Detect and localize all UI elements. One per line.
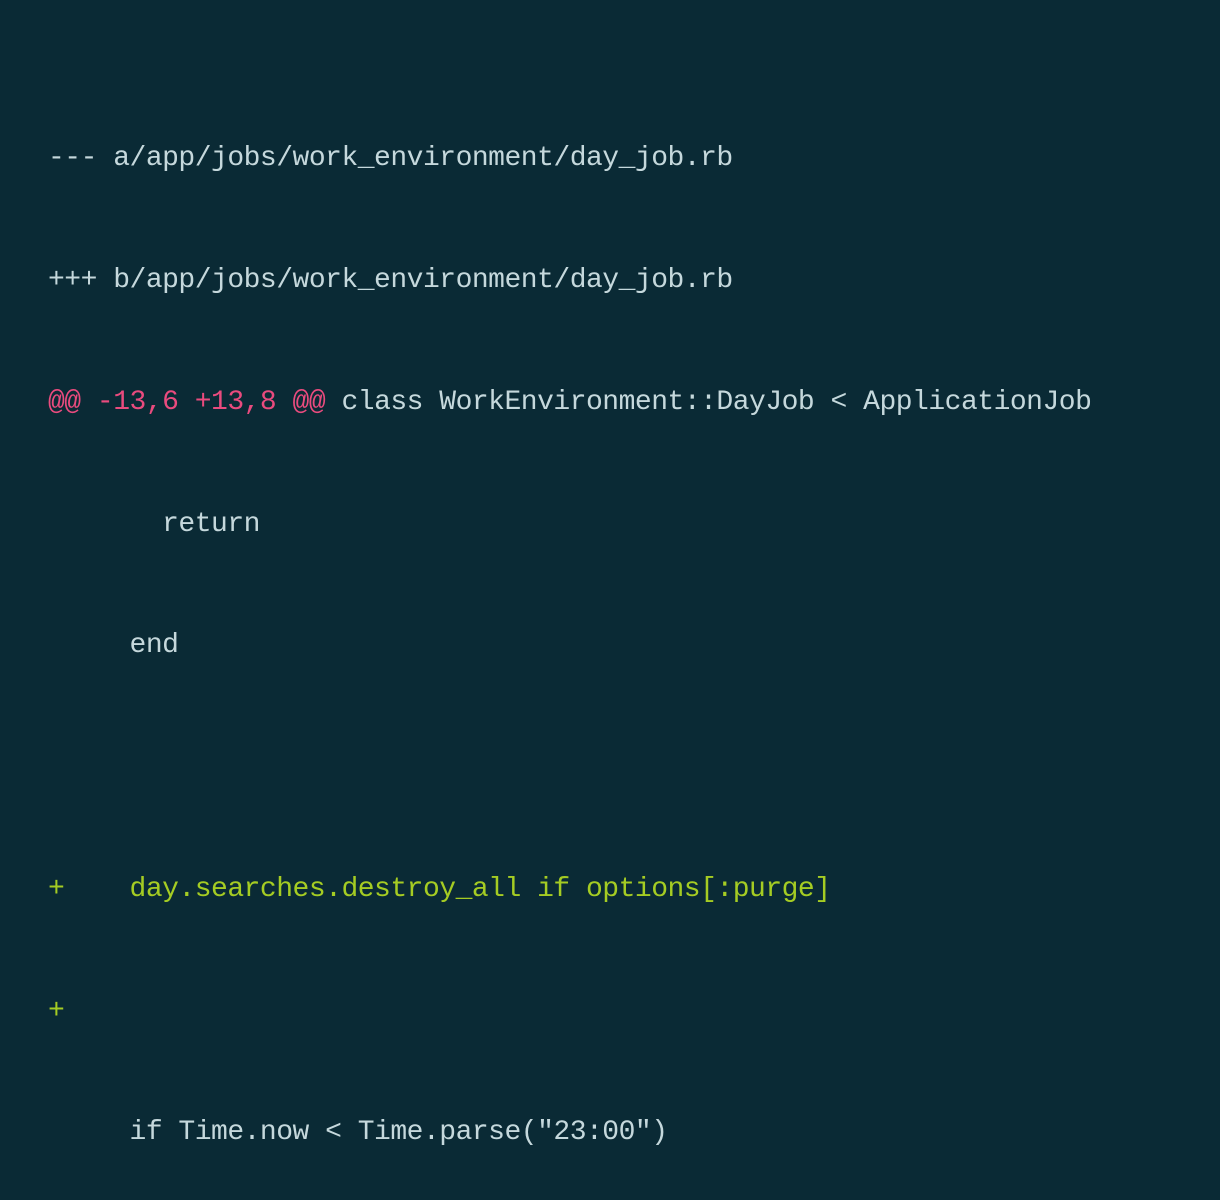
diff-line-added: + day.searches.destroy_all if options[:p… — [48, 870, 1172, 911]
diff-line: end — [48, 626, 1172, 667]
diff-line: return — [48, 505, 1172, 546]
hunk-marker: @@ -13,6 +13,8 @@ — [48, 387, 325, 418]
diff-line — [48, 748, 1172, 789]
diff-file-b: +++ b/app/jobs/work_environment/day_job.… — [48, 261, 1172, 302]
diff-file-a: --- a/app/jobs/work_environment/day_job.… — [48, 139, 1172, 180]
diff-line-added: + — [48, 992, 1172, 1033]
diff-hunk-header: @@ -13,6 +13,8 @@ class WorkEnvironment:… — [48, 383, 1172, 424]
diff-container: --- a/app/jobs/work_environment/day_job.… — [48, 58, 1172, 1200]
diff-line: if Time.now < Time.parse("23:00") — [48, 1113, 1172, 1154]
hunk-context: class WorkEnvironment::DayJob < Applicat… — [325, 387, 1091, 418]
